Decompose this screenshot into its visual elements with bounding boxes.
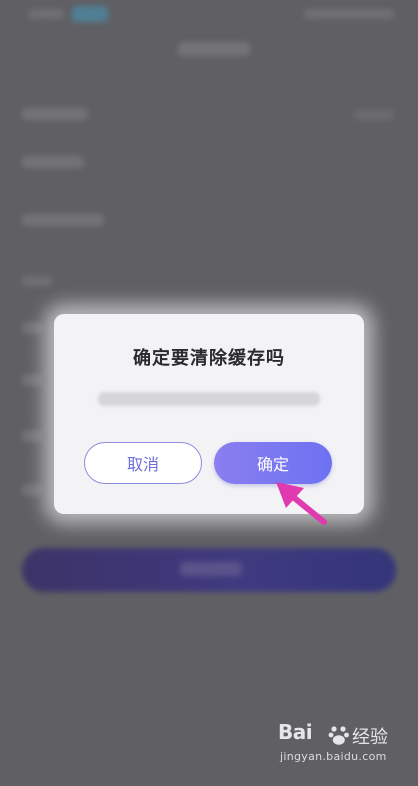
settings-row-label (22, 430, 42, 442)
settings-row-label (22, 322, 42, 334)
watermark-logo: Bai (278, 720, 313, 744)
status-time (28, 9, 64, 19)
baidu-jingyan-watermark: Bai 经验 jingyan.baidu.com (278, 720, 404, 770)
settings-row-label (22, 108, 88, 120)
primary-action-label (180, 562, 242, 576)
divider (20, 248, 398, 249)
divider (20, 136, 398, 137)
settings-row-label (22, 156, 84, 168)
status-pill (72, 6, 108, 22)
status-bar (0, 0, 418, 30)
settings-row-label (22, 374, 42, 386)
arrow-icon (276, 482, 327, 525)
settings-section-label (22, 276, 52, 286)
watermark-jingyan: 经验 (352, 727, 388, 748)
dialog-message (98, 392, 320, 406)
cancel-button[interactable]: 取消 (84, 442, 202, 484)
app-screen: 确定要清除缓存吗 取消 确定 Bai 经验 jingyan.baidu.com (0, 0, 418, 786)
settings-row-label (22, 214, 104, 226)
watermark-url: jingyan.baidu.com (280, 750, 387, 763)
paw-icon (328, 726, 349, 745)
divider (20, 190, 398, 191)
settings-row-label (22, 484, 42, 496)
settings-row-value (354, 110, 394, 120)
dialog-title: 确定要清除缓存吗 (133, 348, 285, 369)
status-icons (304, 9, 394, 19)
page-title (178, 42, 250, 56)
